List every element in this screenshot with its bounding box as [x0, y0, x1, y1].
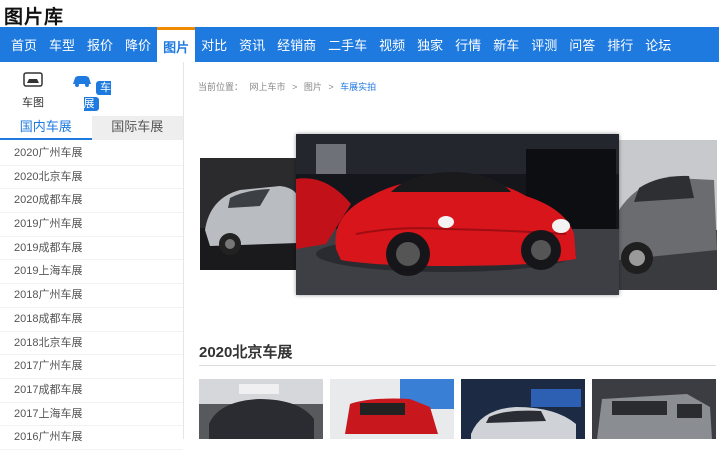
section-title: 2020北京车展 [199, 344, 293, 361]
list-item[interactable]: 2020广州车展 [0, 142, 183, 166]
car-photo-icon [23, 72, 43, 87]
nav-forum[interactable]: 论坛 [639, 27, 677, 62]
nav-qa[interactable]: 问答 [563, 27, 601, 62]
nav-discounts[interactable]: 降价 [119, 27, 157, 62]
car-photo-image [592, 379, 716, 439]
sidebar: 车图 车展 国内车展 国际车展 2020广州车展 2020北京车展 2020成都… [0, 62, 184, 450]
breadcrumb-current[interactable]: 车展实拍 [340, 82, 376, 92]
category-label: 车图 [22, 97, 44, 109]
nav-images[interactable]: 图片 [157, 27, 196, 62]
category-car-photos[interactable]: 车图 [10, 72, 56, 110]
car-photo-image [296, 134, 619, 295]
nav-exclusive[interactable]: 独家 [411, 27, 449, 62]
breadcrumb-link-images[interactable]: 图片 [304, 82, 322, 92]
section-divider [199, 365, 716, 366]
carousel-main-photo[interactable] [296, 134, 619, 295]
nav-new-cars[interactable]: 新车 [487, 27, 525, 62]
nav-news[interactable]: 资讯 [233, 27, 271, 62]
breadcrumb-separator: > [328, 82, 334, 92]
show-list: 2020广州车展 2020北京车展 2020成都车展 2019广州车展 2019… [0, 142, 183, 450]
nav-home[interactable]: 首页 [0, 27, 43, 62]
category-car-shows[interactable]: 车展 [68, 72, 114, 111]
list-item[interactable]: 2016广州车展 [0, 426, 183, 450]
list-item[interactable]: 2017成都车展 [0, 379, 183, 403]
list-item[interactable]: 2017上海车展 [0, 403, 183, 427]
car-photo-image [619, 140, 717, 290]
car-photo-image [461, 379, 585, 439]
nav-market[interactable]: 行情 [449, 27, 487, 62]
gallery-thumbnail[interactable] [330, 379, 454, 439]
list-item[interactable]: 2018广州车展 [0, 284, 183, 308]
main-nav: 首页 车型 报价 降价 图片 对比 资讯 经销商 二手车 视频 独家 行情 新车… [0, 27, 719, 62]
nav-used-cars[interactable]: 二手车 [322, 27, 373, 62]
carousel-next-photo[interactable] [619, 140, 717, 290]
nav-video[interactable]: 视频 [373, 27, 411, 62]
breadcrumb-separator: > [292, 82, 298, 92]
list-item[interactable]: 2020成都车展 [0, 189, 183, 214]
tab-international-shows[interactable]: 国际车展 [91, 116, 183, 140]
list-item[interactable]: 2019广州车展 [0, 213, 183, 237]
nav-dealers[interactable]: 经销商 [271, 27, 322, 62]
nav-reviews[interactable]: 评测 [525, 27, 563, 62]
nav-prices[interactable]: 报价 [81, 27, 119, 62]
page-title: 图片库 [4, 7, 65, 28]
car-photo-image [330, 379, 454, 439]
tab-domestic-shows[interactable]: 国内车展 [0, 116, 92, 140]
nav-compare[interactable]: 对比 [195, 27, 233, 62]
gallery-thumbnail[interactable] [461, 379, 585, 439]
nav-rankings[interactable]: 排行 [601, 27, 639, 62]
list-item[interactable]: 2020北京车展 [0, 166, 183, 190]
list-item[interactable]: 2017广州车展 [0, 355, 183, 379]
list-item[interactable]: 2019成都车展 [0, 237, 183, 261]
list-item[interactable]: 2019上海车展 [0, 260, 183, 285]
car-photo-image [199, 379, 323, 439]
gallery-thumbnail[interactable] [199, 379, 323, 439]
breadcrumb-label: 当前位置： [198, 82, 244, 92]
list-item[interactable]: 2018成都车展 [0, 308, 183, 332]
list-item[interactable]: 2018北京车展 [0, 332, 183, 356]
carousel-prev-photo[interactable] [200, 158, 298, 270]
gallery-thumbnail[interactable] [592, 379, 716, 439]
breadcrumb: 当前位置： 网上车市 > 图片 > 车展实拍 [198, 80, 380, 93]
car-photo-image [200, 158, 298, 270]
breadcrumb-link-home[interactable]: 网上车市 [250, 82, 286, 92]
car-show-icon [72, 76, 91, 87]
nav-models[interactable]: 车型 [43, 27, 81, 62]
